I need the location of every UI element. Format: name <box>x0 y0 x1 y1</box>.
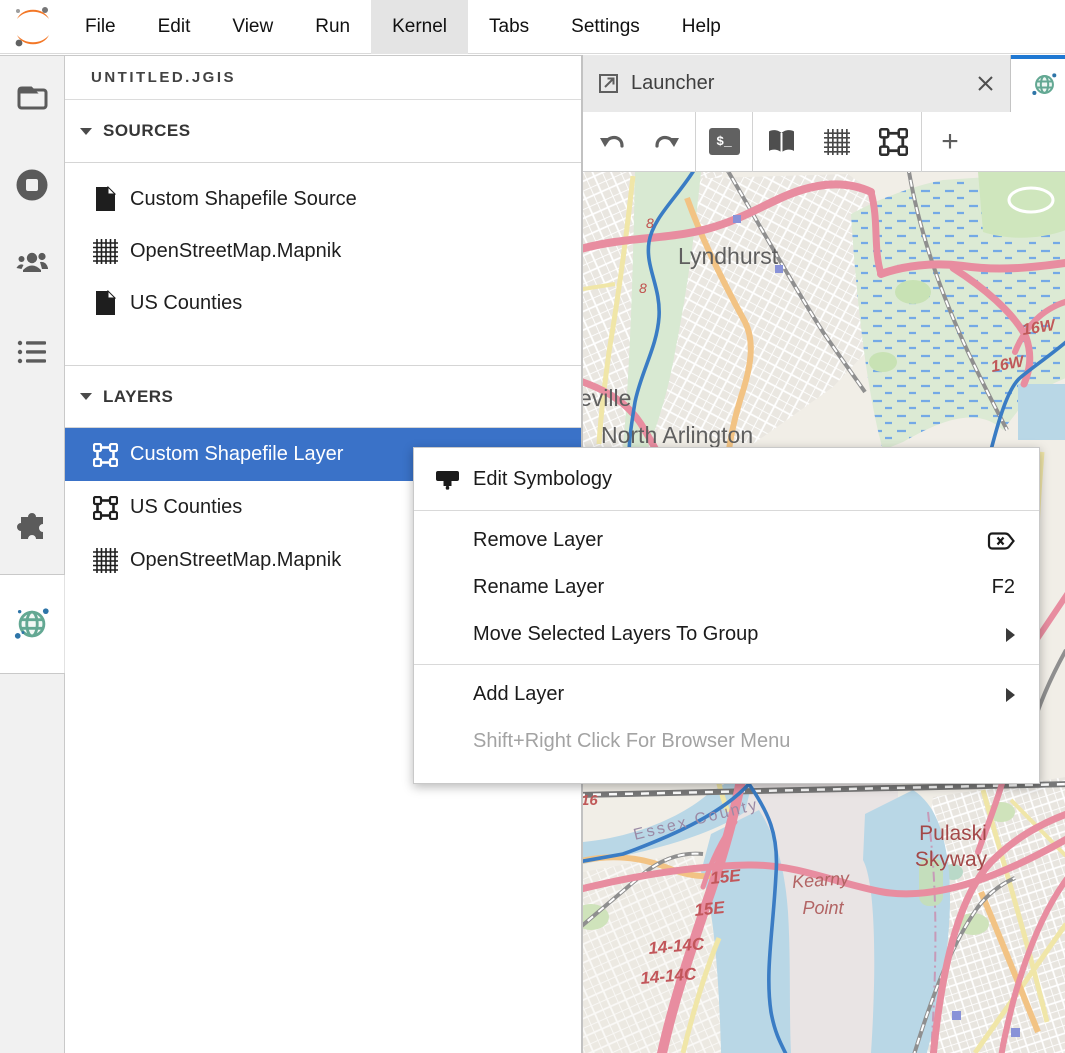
chevron-down-icon <box>80 128 92 135</box>
map-route-15e: 15E <box>693 898 726 920</box>
sources-section-label: SOURCES <box>103 121 191 141</box>
menu-separator <box>414 664 1039 665</box>
raster-grid-icon <box>90 238 120 265</box>
menu-view[interactable]: View <box>211 0 294 54</box>
map-label-kearny: Kearny <box>791 868 850 892</box>
vector-polygon-icon <box>90 496 120 520</box>
menu-item-browser-menu-hint: Shift+Right Click For Browser Menu <box>414 718 1039 765</box>
dock-tab-bar: Launcher <box>583 55 1065 112</box>
table-of-contents-icon[interactable] <box>13 333 51 371</box>
menu-item-label: Rename Layer <box>473 576 955 599</box>
menu-file[interactable]: File <box>64 0 137 54</box>
menu-item-move-layers-to-group[interactable]: Move Selected Layers To Group <box>414 611 1039 658</box>
undo-button[interactable] <box>583 112 639 172</box>
map-route-15e: 15E <box>709 866 742 888</box>
map-label-point: Point <box>802 898 844 918</box>
menu-settings[interactable]: Settings <box>550 0 661 54</box>
left-sidebar <box>0 55 65 575</box>
layer-item-label: OpenStreetMap.Mapnik <box>130 549 341 572</box>
source-item-us-counties[interactable]: US Counties <box>65 277 581 329</box>
tab-launcher[interactable]: Launcher <box>583 55 1011 112</box>
menu-item-edit-symbology[interactable]: Edit Symbology <box>414 454 1039 504</box>
terminal-icon: $_ <box>709 128 740 155</box>
map-lock-number: 8 <box>639 280 647 296</box>
menu-item-add-layer[interactable]: Add Layer <box>414 671 1039 718</box>
running-kernels-stop-icon[interactable] <box>13 166 51 204</box>
source-item-custom-shapefile[interactable]: Custom Shapefile Source <box>65 173 581 225</box>
map-label-pulaski: Pulaski <box>919 822 987 845</box>
submenu-arrow-icon <box>955 628 1015 642</box>
globe-icon <box>1031 71 1058 98</box>
external-link-icon <box>597 72 620 95</box>
menu-item-label: Remove Layer <box>473 529 955 552</box>
paint-brush-icon <box>434 466 473 493</box>
new-raster-layer-button[interactable] <box>809 112 865 172</box>
folder-icon[interactable] <box>13 79 51 117</box>
layers-section-header[interactable]: LAYERS <box>65 365 581 428</box>
panel-title: UNTITLED.JGIS <box>65 56 581 100</box>
sources-list: Custom Shapefile Source OpenStreetMap.Ma… <box>65 163 581 329</box>
vector-polygon-icon <box>879 128 908 156</box>
extension-puzzle-icon[interactable] <box>13 507 51 545</box>
menu-tabs[interactable]: Tabs <box>468 0 550 54</box>
source-item-osm-mapnik[interactable]: OpenStreetMap.Mapnik <box>65 225 581 277</box>
book-icon <box>766 128 797 155</box>
layer-item-label: Custom Shapefile Layer <box>130 443 343 466</box>
plus-icon: + <box>941 127 959 157</box>
menu-item-rename-layer[interactable]: Rename Layer F2 <box>414 564 1039 611</box>
map-label-eville: eville <box>583 385 631 411</box>
tab-launcher-label: Launcher <box>631 72 975 95</box>
raster-grid-icon <box>823 128 851 156</box>
chevron-down-icon <box>80 393 92 400</box>
jupyter-logo-icon <box>10 5 54 49</box>
menu-item-remove-layer[interactable]: Remove Layer <box>414 517 1039 564</box>
left-sidebar-lower <box>0 673 65 1053</box>
menubar-items: File Edit View Run Kernel Tabs Settings … <box>64 0 742 54</box>
layer-item-label: US Counties <box>130 496 242 519</box>
vector-polygon-icon <box>90 443 120 467</box>
menu-kernel[interactable]: Kernel <box>371 0 468 54</box>
menu-run[interactable]: Run <box>294 0 371 54</box>
terminal-button[interactable]: $_ <box>696 112 752 172</box>
map-route-16: 16 <box>583 792 598 809</box>
file-icon <box>90 186 120 212</box>
map-label-skyway: Skyway <box>915 848 988 871</box>
menu-edit[interactable]: Edit <box>137 0 212 54</box>
file-icon <box>90 290 120 316</box>
documentation-button[interactable] <box>753 112 809 172</box>
add-button[interactable]: + <box>922 112 978 172</box>
layer-context-menu: Edit Symbology Remove Layer Rename Layer… <box>413 447 1040 784</box>
jgis-toolbar: $_ + <box>583 112 1065 172</box>
source-item-label: OpenStreetMap.Mapnik <box>130 240 341 263</box>
menu-item-label: Move Selected Layers To Group <box>473 623 955 646</box>
menu-separator <box>414 510 1039 511</box>
menu-item-label: Shift+Right Click For Browser Menu <box>473 730 1015 753</box>
menu-item-label: Edit Symbology <box>473 468 1015 491</box>
active-tab-accent <box>1011 55 1065 59</box>
map-label-lyndhurst: Lyndhurst <box>678 243 779 269</box>
users-icon[interactable] <box>13 243 51 281</box>
raster-grid-icon <box>90 547 120 574</box>
jupytergis-globe-icon[interactable] <box>13 605 51 643</box>
menu-help[interactable]: Help <box>661 0 742 54</box>
layers-section-label: LAYERS <box>103 387 173 407</box>
source-item-label: Custom Shapefile Source <box>130 188 357 211</box>
tab-jgis-map[interactable] <box>1011 55 1065 113</box>
menu-item-label: Add Layer <box>473 683 955 706</box>
source-item-label: US Counties <box>130 292 242 315</box>
main-menubar: File Edit View Run Kernel Tabs Settings … <box>0 0 1065 54</box>
sources-section-header[interactable]: SOURCES <box>65 100 581 163</box>
map-lock-number: 8 <box>646 215 654 231</box>
delete-tag-icon <box>955 529 1015 553</box>
redo-button[interactable] <box>639 112 695 172</box>
submenu-arrow-icon <box>955 688 1015 702</box>
new-vector-layer-button[interactable] <box>865 112 921 172</box>
map-label-north-arlington: North Arlington <box>601 422 753 448</box>
menu-shortcut: F2 <box>955 576 1015 599</box>
close-icon[interactable] <box>975 73 996 94</box>
